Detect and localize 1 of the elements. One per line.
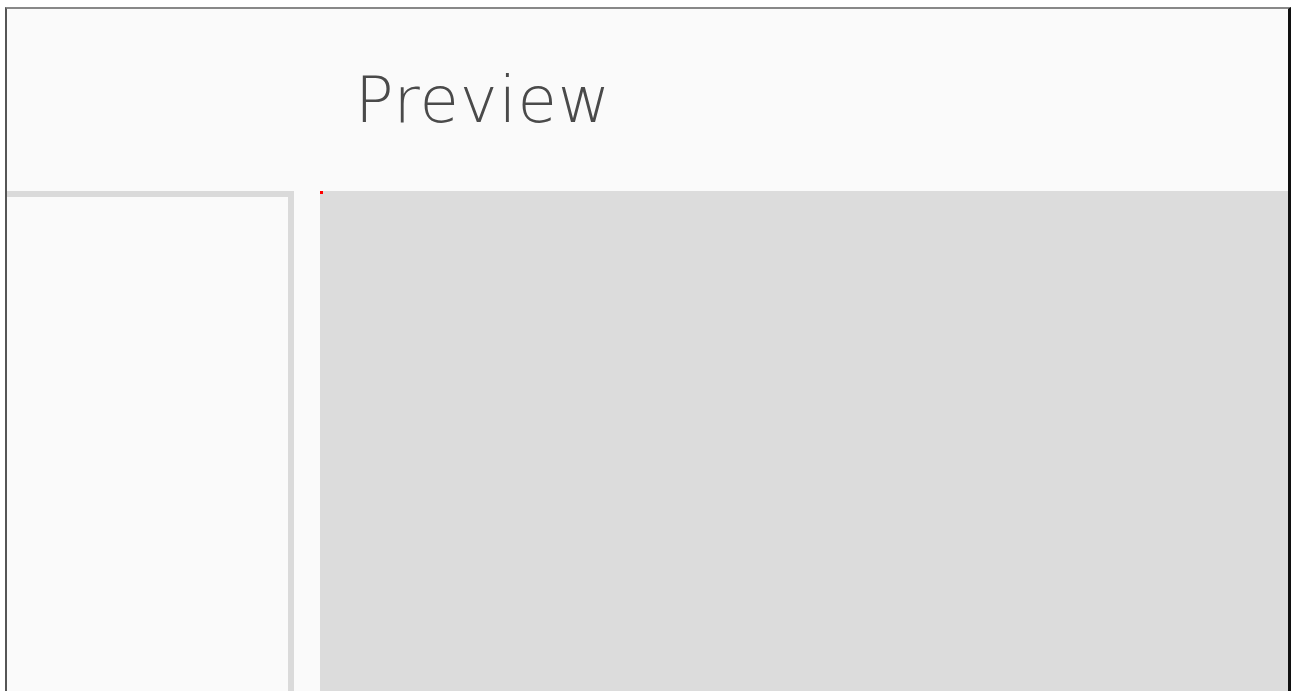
- page-title: Preview: [355, 61, 612, 139]
